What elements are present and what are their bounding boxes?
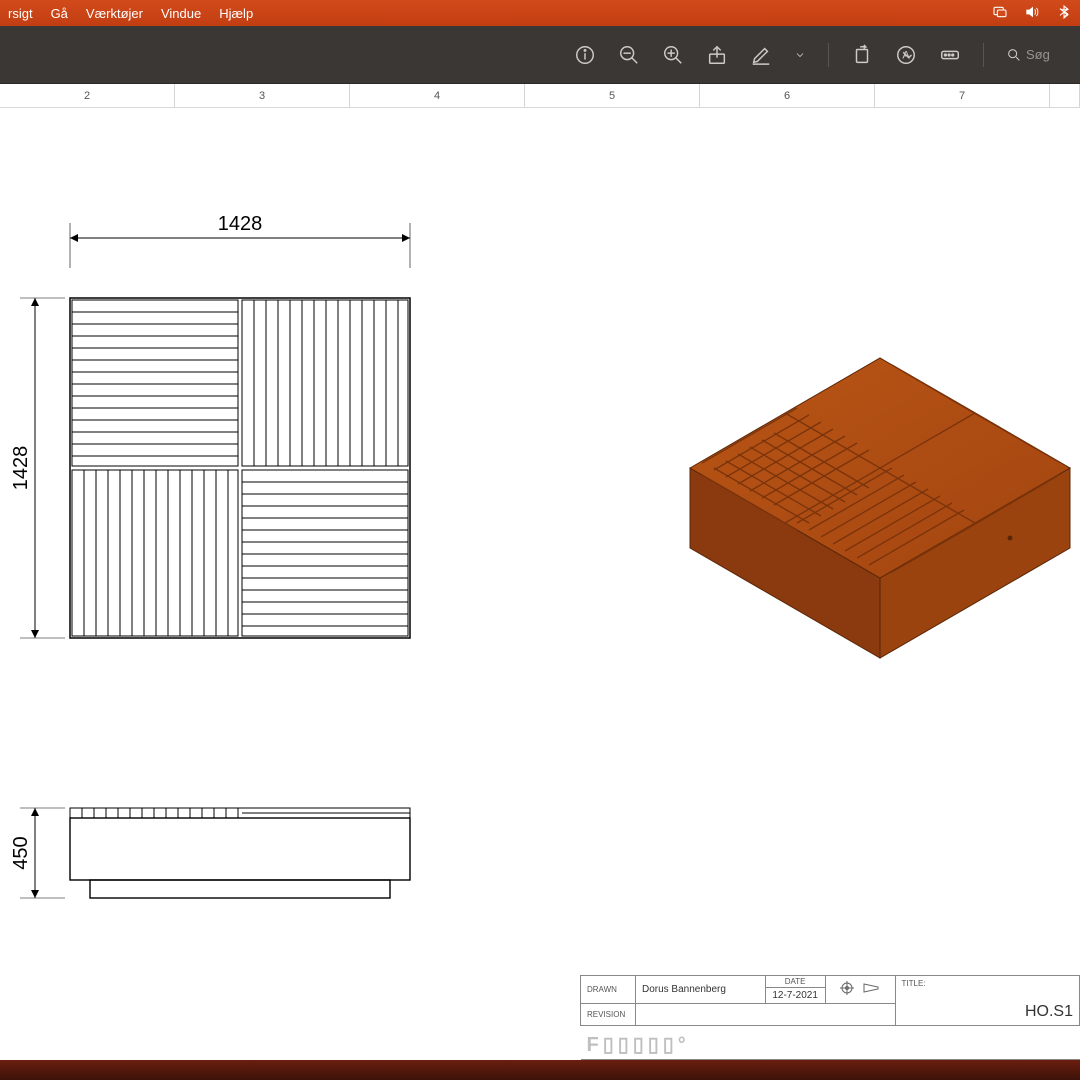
drawn-label: DRAWN [581,976,636,1004]
volume-icon[interactable] [1024,4,1040,23]
bluetooth-icon[interactable] [1056,4,1072,23]
svg-text:A: A [902,49,910,61]
menu-item-vaerktoejer[interactable]: Værktøjer [86,6,143,21]
zoom-out-button[interactable] [618,44,640,66]
ruler-col-4: 4 [434,90,440,102]
zoom-in-button[interactable] [662,44,684,66]
brand-logo: F▯▯▯▯▯° [587,1034,690,1056]
part-number: HO.S1 [902,1003,1074,1021]
drawing-canvas[interactable]: 1428 1428 [0,108,1080,1060]
app-toolbar: A [0,26,1080,84]
ruler-col-5: 5 [609,90,615,102]
info-button[interactable] [574,44,596,66]
markup-dropdown[interactable] [794,44,806,66]
dim-depth-label: 1428 [10,446,32,491]
form-button[interactable] [939,44,961,66]
revision-value [635,1004,895,1026]
ruler-col-2: 2 [84,90,90,102]
dim-width-label: 1428 [218,213,263,235]
front-view: 450 [10,788,450,948]
date-cell: DATE 12-7-2021 [765,976,825,1004]
title-block: DRAWN Dorus Bannenberg DATE 12-7-2021 TI… [580,975,1080,1060]
annotate-button[interactable]: A [895,44,917,66]
menu-item-hjaelp[interactable]: Hjælp [219,6,253,21]
manufacturer-row: F▯▯▯▯▯° [581,1026,1080,1060]
title-cell: TITLE: HO.S1 [895,976,1080,1026]
column-ruler: 2 3 4 5 6 7 [0,84,1080,108]
menu-item-oversigt[interactable]: rsigt [8,6,33,21]
ruler-col-3: 3 [259,90,265,102]
screen-mirror-icon[interactable] [992,4,1008,23]
projection-symbol [825,976,895,1004]
toolbar-divider [828,43,829,67]
search-input[interactable] [1026,47,1066,62]
top-view: 1428 1428 [10,208,450,728]
isometric-view [650,258,1080,683]
toolbar-divider-2 [983,43,984,67]
rotate-button[interactable] [851,44,873,66]
ruler-col-7: 7 [959,90,965,102]
os-menubar: rsigt Gå Værktøjer Vindue Hjælp [0,0,1080,26]
os-dock-sliver [0,1060,1080,1080]
dim-height-label: 450 [10,836,32,869]
search-box[interactable] [1006,47,1066,63]
menubar-right [992,4,1072,23]
menu-item-gaa[interactable]: Gå [51,6,68,21]
revision-label: REVISION [581,1004,636,1026]
ruler-col-6: 6 [784,90,790,102]
drawn-name: Dorus Bannenberg [635,976,765,1004]
markup-button[interactable] [750,44,772,66]
share-button[interactable] [706,44,728,66]
menu-item-vindue[interactable]: Vindue [161,6,201,21]
menubar-left: rsigt Gå Værktøjer Vindue Hjælp [8,6,253,21]
